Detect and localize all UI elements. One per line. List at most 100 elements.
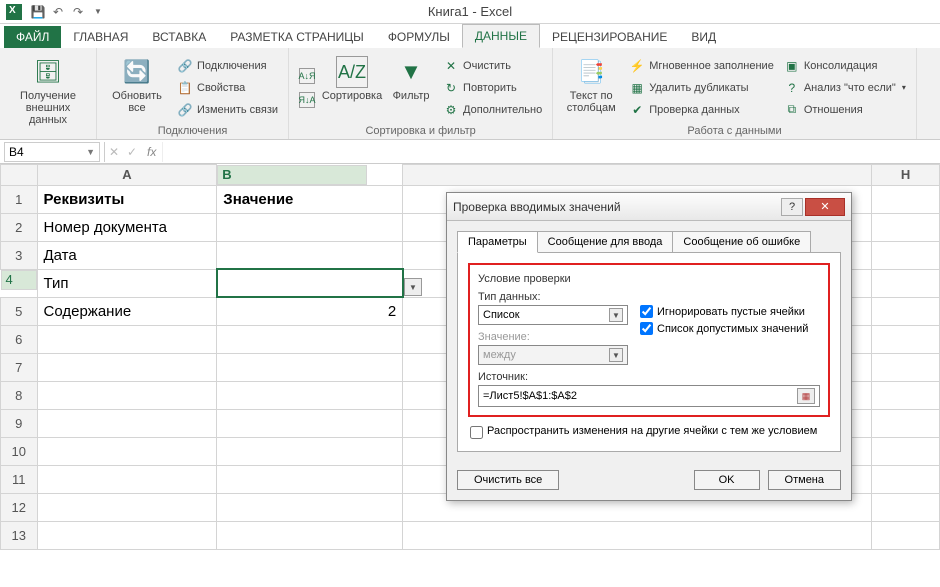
row-header[interactable]: 6 [1, 325, 38, 353]
row-header[interactable]: 3 [1, 241, 38, 269]
sort-desc-icon: Я↓А [299, 92, 315, 108]
input-source[interactable]: =Лист5!$A$1:$A$2 ▦ [478, 385, 820, 407]
row-header[interactable]: 13 [1, 521, 38, 549]
cancel-formula-icon[interactable]: ✕ [105, 145, 123, 159]
dialog-tab-error[interactable]: Сообщение об ошибке [672, 231, 811, 253]
get-external-data-button[interactable]: 🗄 Получение внешних данных [8, 52, 88, 135]
cell-a4[interactable]: Тип [37, 269, 217, 297]
relationships-button[interactable]: ⧉Отношения [782, 100, 908, 120]
row-header[interactable]: 10 [1, 437, 38, 465]
row-header[interactable]: 8 [1, 381, 38, 409]
tab-pagelayout[interactable]: РАЗМЕТКА СТРАНИЦЫ [218, 26, 376, 48]
row-header[interactable]: 9 [1, 409, 38, 437]
fieldset-legend: Условие проверки [478, 273, 820, 285]
dialog-titlebar[interactable]: Проверка вводимых значений ? ✕ [447, 193, 851, 221]
button-ok[interactable]: OK [694, 470, 760, 490]
tab-home[interactable]: ГЛАВНАЯ [61, 26, 140, 48]
flash-fill-button[interactable]: ⚡Мгновенное заполнение [627, 56, 776, 76]
dialog-tab-parameters[interactable]: Параметры [457, 231, 538, 253]
row-header[interactable]: 1 [1, 185, 38, 213]
refresh-all-button[interactable]: 🔄 Обновить все [105, 52, 169, 123]
checkbox-apply-same[interactable]: Распространить изменения на другие ячейк… [470, 425, 828, 439]
clear-filter-button[interactable]: ✕Очистить [441, 56, 544, 76]
ribbon: 🗄 Получение внешних данных 🔄 Обновить вс… [0, 48, 940, 140]
formula-bar: B4 ▼ ✕ ✓ fx [0, 140, 940, 164]
save-icon[interactable]: 💾 [28, 2, 48, 22]
consolidate-icon: ▣ [784, 58, 800, 74]
qat-customize-icon[interactable]: ▼ [88, 2, 108, 22]
advanced-filter-button[interactable]: ⚙Дополнительно [441, 100, 544, 120]
group-connections-label: Подключения [105, 123, 280, 137]
reapply-button[interactable]: ↻Повторить [441, 78, 544, 98]
sort-asc-button[interactable]: А↓Я [297, 66, 317, 86]
tab-file[interactable]: ФАЙЛ [4, 26, 61, 48]
select-all-corner[interactable] [1, 165, 38, 186]
refresh-icon: 🔄 [121, 56, 153, 88]
col-header-b[interactable]: B [217, 165, 367, 185]
data-validation-dialog: Проверка вводимых значений ? ✕ Параметры… [446, 192, 852, 501]
sort-desc-button[interactable]: Я↓А [297, 90, 317, 110]
row-header[interactable]: 11 [1, 465, 38, 493]
sort-asc-icon: А↓Я [299, 68, 315, 84]
range-picker-icon[interactable]: ▦ [797, 388, 815, 404]
consolidate-button[interactable]: ▣Консолидация [782, 56, 908, 76]
tab-data[interactable]: ДАННЫЕ [462, 24, 540, 48]
dialog-title-text: Проверка вводимых значений [453, 200, 621, 214]
tab-view[interactable]: ВИД [679, 26, 728, 48]
undo-icon[interactable]: ↶ [48, 2, 68, 22]
tab-formulas[interactable]: ФОРМУЛЫ [376, 26, 462, 48]
col-header-a[interactable]: A [37, 165, 217, 186]
enter-formula-icon[interactable]: ✓ [123, 145, 141, 159]
formula-input[interactable] [162, 142, 940, 162]
tab-insert[interactable]: ВСТАВКА [140, 26, 218, 48]
connections-button[interactable]: 🔗Подключения [175, 56, 280, 76]
cell-b2[interactable] [217, 213, 403, 241]
properties-button[interactable]: 📋Свойства [175, 78, 280, 98]
window-title: Книга1 - Excel [428, 4, 512, 19]
checkbox-ignore-empty[interactable]: Игнорировать пустые ячейки [640, 305, 808, 318]
namebox-dropdown-icon[interactable]: ▼ [86, 147, 95, 157]
cell-a1[interactable]: Реквизиты [37, 185, 217, 213]
text-to-columns-button[interactable]: 📑 Текст по столбцам [561, 52, 621, 123]
col-header-hidden[interactable] [403, 165, 872, 186]
remove-duplicates-button[interactable]: ▦Удалить дубликаты [627, 78, 776, 98]
edit-links-icon: 🔗 [177, 102, 193, 118]
row-header[interactable]: 5 [1, 297, 38, 325]
dropdown-arrow-icon: ▼ [609, 308, 623, 322]
checkbox-in-cell-dropdown[interactable]: Список допустимых значений [640, 322, 808, 335]
tab-review[interactable]: РЕЦЕНЗИРОВАНИЕ [540, 26, 679, 48]
text-columns-icon: 📑 [575, 56, 607, 88]
dialog-help-button[interactable]: ? [781, 198, 803, 216]
whatif-button[interactable]: ?Анализ "что если"▾ [782, 78, 908, 98]
cell-a3[interactable]: Дата [37, 241, 217, 269]
button-clear-all[interactable]: Очистить все [457, 470, 559, 490]
cell-dropdown-handle[interactable]: ▼ [404, 278, 422, 296]
cell-b4[interactable] [217, 269, 403, 297]
row-header[interactable]: 4 [1, 270, 37, 290]
cell-b5[interactable]: 2 [217, 297, 403, 325]
dialog-close-button[interactable]: ✕ [805, 198, 845, 216]
redo-icon[interactable]: ↷ [68, 2, 88, 22]
row-header[interactable]: 7 [1, 353, 38, 381]
select-data-type[interactable]: Список ▼ [478, 305, 628, 325]
col-header-h[interactable]: H [872, 165, 940, 186]
sort-button[interactable]: A/Z Сортировка [323, 52, 381, 123]
button-cancel[interactable]: Отмена [768, 470, 841, 490]
data-validation-button[interactable]: ✔Проверка данных [627, 100, 776, 120]
cell-b1[interactable]: Значение [217, 185, 403, 213]
row-header[interactable]: 12 [1, 493, 38, 521]
cell-a2[interactable]: Номер документа [37, 213, 217, 241]
cell-b3[interactable] [217, 241, 403, 269]
dialog-tab-input-message[interactable]: Сообщение для ввода [537, 231, 674, 253]
relationships-icon: ⧉ [784, 102, 800, 118]
row-header[interactable]: 2 [1, 213, 38, 241]
label-value: Значение: [478, 331, 628, 343]
reapply-icon: ↻ [443, 80, 459, 96]
edit-links-button[interactable]: 🔗Изменить связи [175, 100, 280, 120]
excel-icon [6, 4, 22, 20]
filter-button[interactable]: ▼ Фильтр [387, 52, 435, 123]
cell-a5[interactable]: Содержание [37, 297, 217, 325]
name-box[interactable]: B4 ▼ [4, 142, 100, 162]
connections-icon: 🔗 [177, 58, 193, 74]
fx-icon[interactable]: fx [147, 145, 156, 159]
